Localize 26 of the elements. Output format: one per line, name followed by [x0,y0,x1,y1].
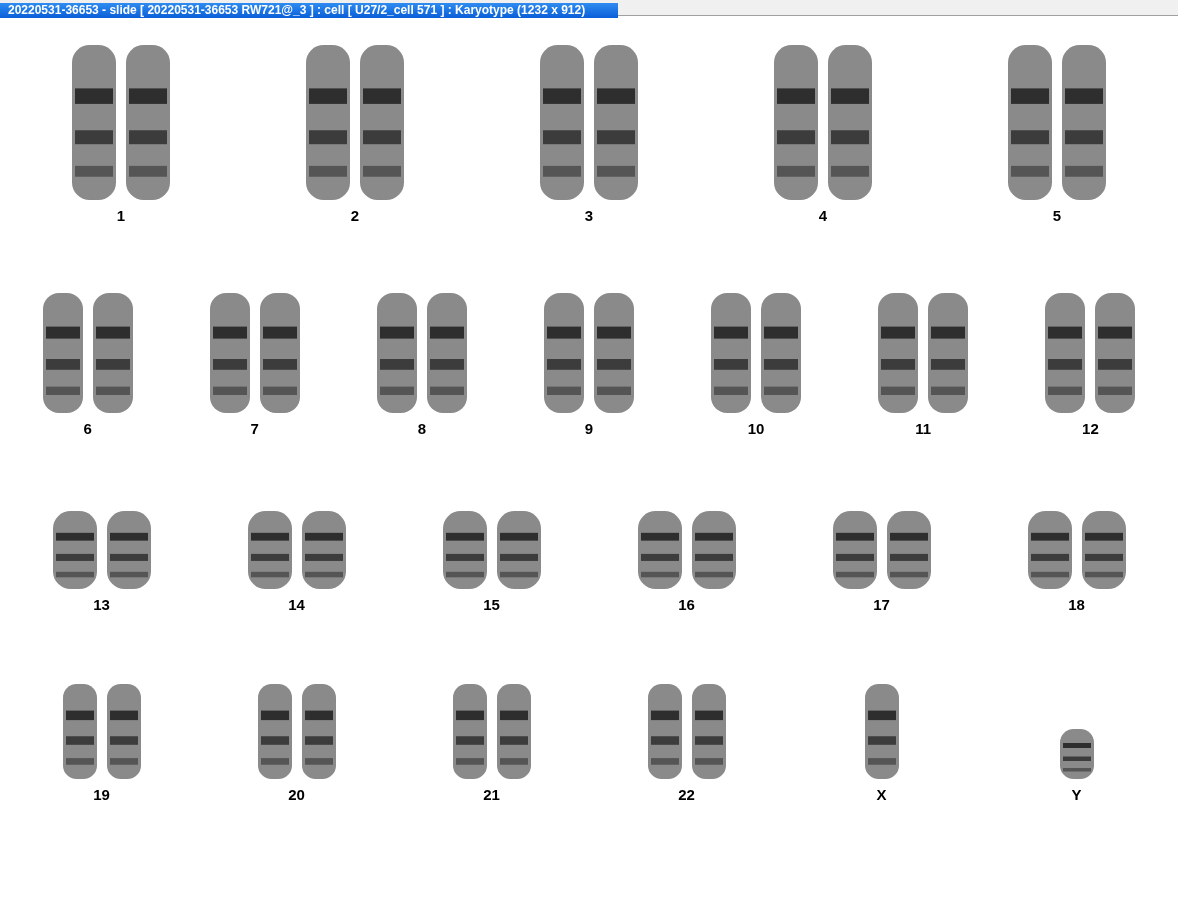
chromosome-label: Y [1071,787,1082,803]
chromosome-label: 8 [417,421,426,437]
chromosome-label: 22 [678,787,695,803]
chromosome-label: 4 [818,208,828,224]
chromosome-label: 16 [678,597,695,613]
chromosome-label: 17 [873,597,890,613]
chromosome-label: 7 [250,421,259,437]
chromosome-label: 6 [83,421,92,437]
chromosome-label: 19 [93,787,110,803]
chromosome-label: 1 [116,208,126,224]
chromosome-label: 3 [584,208,594,224]
window-title: 20220531-36653 - slide [ 20220531-36653 RW721@_3 ] : cell [ U27/2_cell 571 ] : Karyotype (1232 x 912) [0,3,618,18]
chromosome-label: 21 [483,787,500,803]
chromosome-label: X [876,787,887,803]
chromosome-label: 12 [1082,421,1099,437]
chromosome-label: 11 [915,421,932,437]
chromosome-label: 18 [1068,597,1085,613]
chromosome-label: 2 [350,208,360,224]
chromosome-label: 10 [747,421,765,437]
chromosome-label: 9 [584,421,594,437]
chromosome-drawing [1059,729,1094,779]
chromosome-label: 20 [288,787,305,803]
chromosome-label: 5 [1052,208,1062,224]
chromosome-label: 15 [483,597,500,613]
chromosome-label: 14 [288,597,305,613]
chromosome-label: 13 [93,597,110,613]
